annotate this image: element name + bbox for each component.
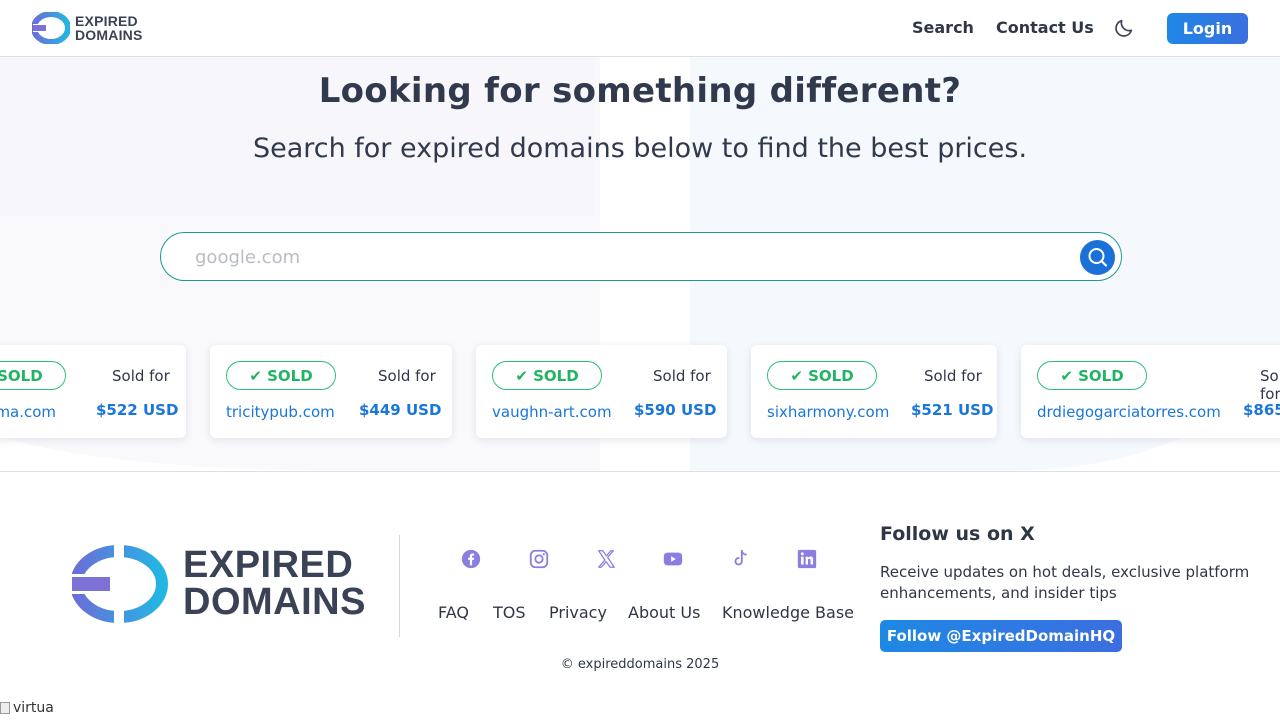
sold-domain-link[interactable]: vaughn-art.com bbox=[492, 403, 612, 421]
x-icon[interactable] bbox=[595, 548, 617, 570]
moon-icon[interactable] bbox=[1113, 17, 1135, 39]
instagram-icon[interactable] bbox=[528, 548, 550, 570]
sold-card: ✔ SOLD Sold for vaughn-art.com $590 USD bbox=[476, 345, 727, 438]
sold-for-label: Sold for bbox=[112, 367, 170, 385]
broken-image-icon bbox=[0, 702, 10, 714]
sold-badge: ✔ SOLD bbox=[767, 361, 877, 390]
facebook-icon[interactable] bbox=[460, 548, 482, 570]
footer-logo[interactable]: EXPIRED DOMAINS bbox=[70, 545, 380, 625]
sold-card: ✔ SOLD Sold for drdiegogarciatorres.com … bbox=[1021, 345, 1280, 438]
nav-search-link[interactable]: Search bbox=[912, 18, 974, 37]
sold-badge: ✔ SOLD bbox=[0, 361, 66, 390]
sold-domain-link[interactable]: tricitypub.com bbox=[226, 403, 335, 421]
sold-price: $590 USD bbox=[634, 401, 717, 419]
logo-icon bbox=[32, 12, 70, 44]
top-header: EXPIRED DOMAINS Search Contact Us Login bbox=[0, 0, 1280, 57]
sold-card: ✔ SOLD Sold for tricitypub.com $449 USD bbox=[210, 345, 452, 438]
youtube-icon[interactable] bbox=[662, 548, 684, 570]
footer-link-faq[interactable]: FAQ bbox=[438, 603, 469, 622]
hero-subtitle: Search for expired domains below to find… bbox=[252, 133, 1028, 164]
copyright-text: © expireddomains 2025 bbox=[560, 657, 720, 672]
logo-wordmark: EXPIRED DOMAINS bbox=[75, 14, 143, 42]
sold-domain-link[interactable]: connma.com bbox=[0, 403, 56, 421]
site-footer: EXPIRED DOMAINS FAQ TOS Privacy About Us… bbox=[0, 471, 1280, 701]
logo-line1: EXPIRED bbox=[75, 13, 138, 29]
nav-contact-link[interactable]: Contact Us bbox=[996, 18, 1094, 37]
sold-price: $449 USD bbox=[359, 401, 442, 419]
broken-image-alt: virtua bbox=[13, 700, 54, 716]
sold-price: $865 USD bbox=[1243, 401, 1280, 419]
tiktok-icon[interactable] bbox=[729, 548, 751, 570]
footer-logo-line2: DOMAINS bbox=[183, 581, 366, 623]
sold-card: ✔ SOLD Sold for sixharmony.com $521 USD bbox=[751, 345, 997, 438]
footer-divider bbox=[399, 535, 400, 637]
sold-badge: ✔ SOLD bbox=[226, 361, 336, 390]
linkedin-icon[interactable] bbox=[796, 548, 818, 570]
sold-card: ✔ SOLD Sold for connma.com $522 USD bbox=[0, 345, 186, 438]
footer-logo-wordmark: EXPIRED DOMAINS bbox=[183, 544, 366, 623]
search-button[interactable] bbox=[1080, 240, 1115, 275]
follow-x-button[interactable]: Follow @ExpiredDomainHQ bbox=[880, 620, 1122, 652]
follow-description: Receive updates on hot deals, exclusive … bbox=[880, 563, 1250, 602]
hero-section: Looking for something different? Search … bbox=[0, 57, 1280, 471]
domain-search-box bbox=[160, 232, 1122, 281]
logo-icon bbox=[70, 545, 168, 623]
sold-for-label: Sold for bbox=[653, 367, 711, 385]
logo-line2: DOMAINS bbox=[75, 27, 143, 43]
sold-domain-link[interactable]: sixharmony.com bbox=[767, 403, 889, 421]
hero-title: Looking for something different? bbox=[318, 71, 962, 111]
sold-for-label: Sold for bbox=[1260, 367, 1280, 403]
sold-badge: ✔ SOLD bbox=[492, 361, 602, 390]
search-icon bbox=[1088, 248, 1108, 267]
footer-link-privacy[interactable]: Privacy bbox=[549, 603, 607, 622]
broken-image: virtua bbox=[0, 700, 54, 716]
sold-domain-link[interactable]: drdiegogarciatorres.com bbox=[1037, 403, 1221, 421]
follow-title: Follow us on X bbox=[880, 523, 1035, 545]
sold-price: $522 USD bbox=[96, 401, 179, 419]
footer-link-knowledge-base[interactable]: Knowledge Base bbox=[722, 603, 854, 622]
footer-logo-line1: EXPIRED bbox=[183, 544, 354, 586]
sold-for-label: Sold for bbox=[378, 367, 436, 385]
sold-for-label: Sold for bbox=[924, 367, 982, 385]
sold-badge: ✔ SOLD bbox=[1037, 361, 1147, 390]
site-logo[interactable]: EXPIRED DOMAINS bbox=[32, 12, 152, 44]
domain-search-input[interactable] bbox=[195, 245, 1055, 269]
login-button[interactable]: Login bbox=[1167, 13, 1248, 44]
sold-price: $521 USD bbox=[911, 401, 994, 419]
footer-link-about[interactable]: About Us bbox=[628, 603, 700, 622]
footer-link-tos[interactable]: TOS bbox=[493, 603, 526, 622]
